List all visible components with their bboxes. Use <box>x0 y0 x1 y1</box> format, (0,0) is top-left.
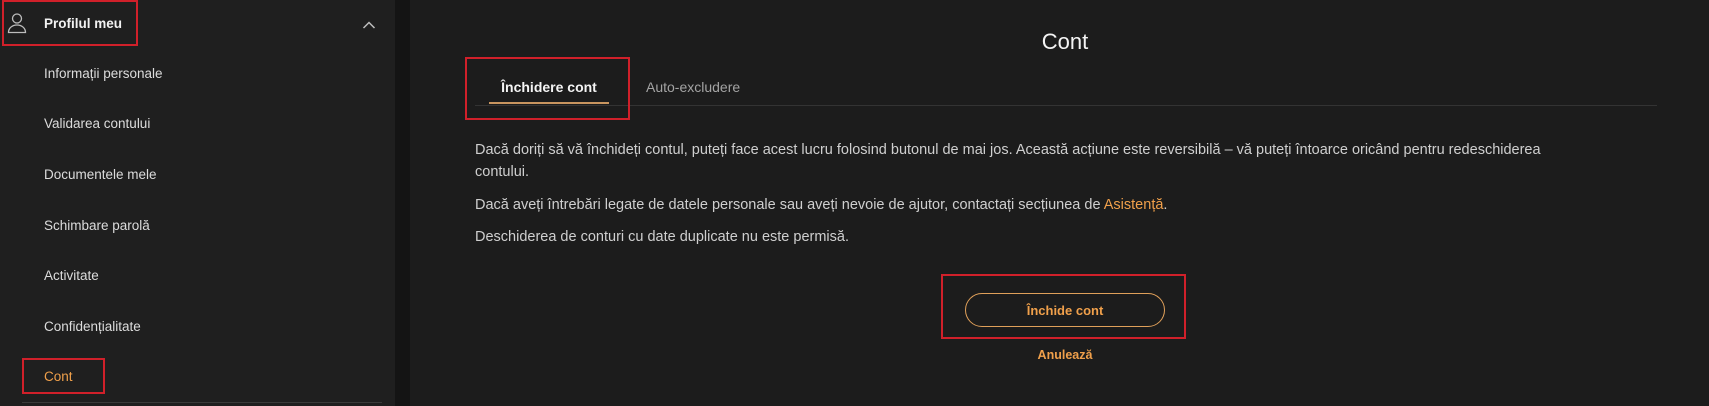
sidebar-divider <box>22 402 382 403</box>
sidebar-item-activity[interactable]: Activitate <box>44 267 99 285</box>
page-title: Cont <box>1041 29 1089 54</box>
sidebar-header-label: Profilul meu <box>44 16 123 31</box>
sidebar-item-privacy[interactable]: Confidențialitate <box>44 318 141 336</box>
sidebar-item-account-validation[interactable]: Validarea contului <box>44 115 150 133</box>
user-icon <box>7 12 27 34</box>
tab-self-exclusion[interactable]: Auto-excludere <box>646 77 740 97</box>
tab-bar: Închidere cont Auto-excludere <box>475 66 1657 106</box>
support-link[interactable]: Asistență <box>1104 197 1164 213</box>
tab-account-closure[interactable]: Închidere cont <box>489 77 609 97</box>
close-account-button[interactable]: Închide cont <box>965 293 1165 327</box>
sidebar-header[interactable]: Profilul meu <box>0 0 395 46</box>
sidebar-gutter <box>395 0 410 406</box>
sidebar-item-account[interactable]: Cont <box>44 368 73 386</box>
sidebar-item-my-documents[interactable]: Documentele mele <box>44 166 157 184</box>
active-tab-indicator <box>489 102 609 104</box>
support-text: Dacă aveți întrebări legate de datele pe… <box>475 197 1104 213</box>
sidebar-item-personal-info[interactable]: Informații personale <box>44 65 163 83</box>
info-paragraph-duplicates: Deschiderea de conturi cu date duplicate… <box>475 229 849 245</box>
support-text-end: . <box>1163 197 1168 213</box>
chevron-up-icon[interactable] <box>362 17 376 29</box>
sidebar-item-change-password[interactable]: Schimbare parolă <box>44 217 150 235</box>
sidebar: Profilul meu Informații personale Valida… <box>0 0 395 406</box>
info-paragraph-reversible: Dacă doriți să vă închideți contul, pute… <box>475 142 1541 180</box>
cancel-link[interactable]: Anulează <box>965 347 1165 363</box>
info-paragraph-support: Dacă aveți întrebări legate de datele pe… <box>475 194 1575 216</box>
